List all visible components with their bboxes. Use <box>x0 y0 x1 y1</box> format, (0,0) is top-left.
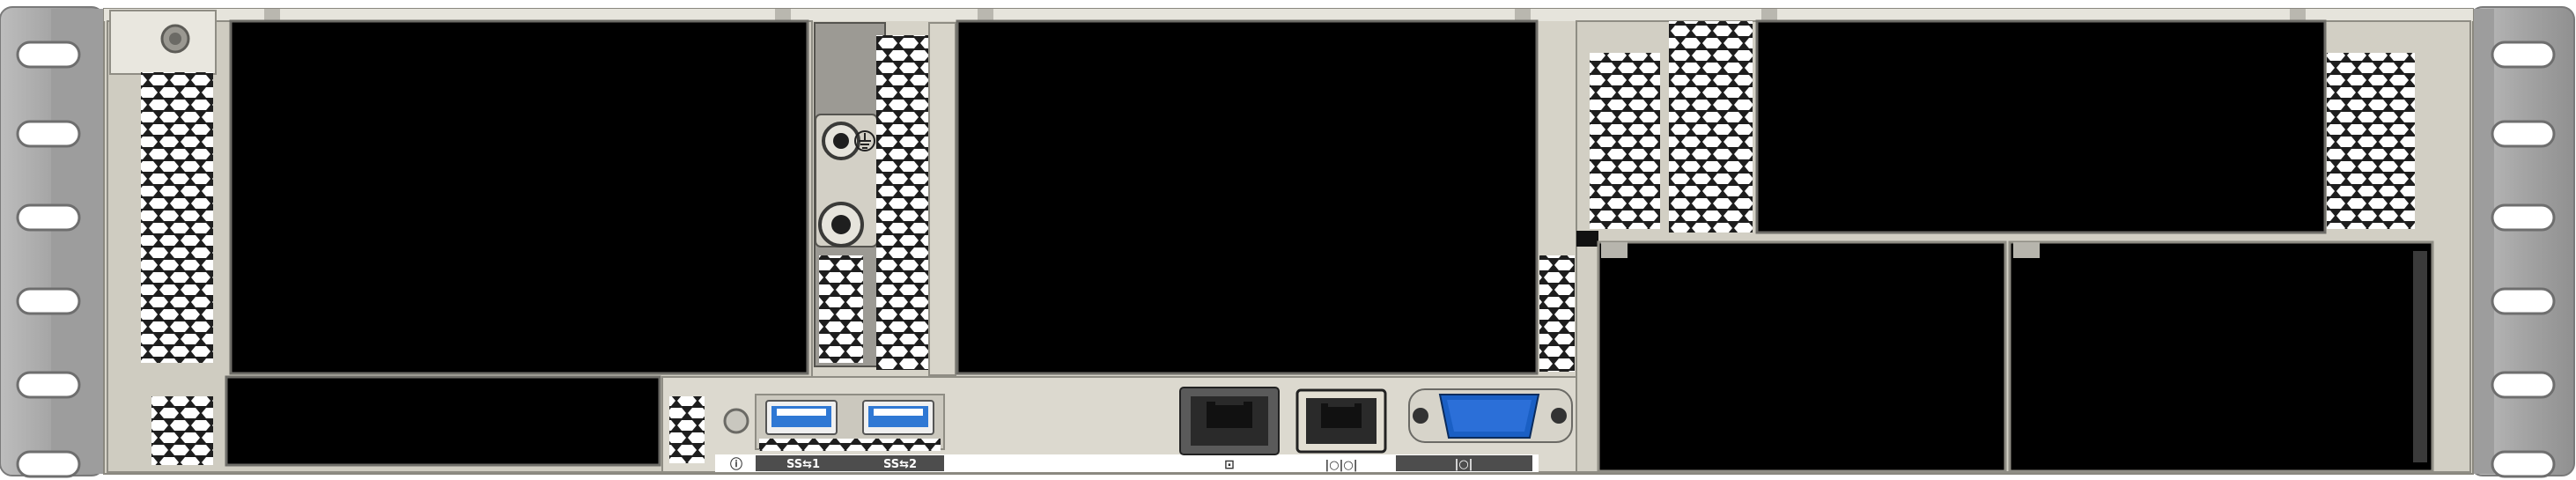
management-port-label-icon: ⊡ <box>1224 458 1235 472</box>
serial-port-label-icon: |○|○| <box>1325 459 1358 472</box>
top-rail-tab-5 <box>1761 9 1777 21</box>
server-rear-panel: SS⇆1 SS⇆2 ⓘ ⊡ |○|○| |○| <box>0 6 2575 478</box>
rack-slot-left-6 <box>16 450 81 478</box>
rack-slot-right-2 <box>2491 120 2556 148</box>
ground-stud-1-hole <box>833 133 849 149</box>
psu-bay-2 <box>2008 240 2434 473</box>
mid-divider-strip <box>1576 231 1598 247</box>
pcie-slot-4-blank <box>1755 19 2327 234</box>
psu-bay-1-tab <box>1601 242 1628 258</box>
pcie-slot-2-blank <box>225 375 661 467</box>
rack-slot-right-5 <box>2491 371 2556 399</box>
pcie-slot-1-blank <box>229 19 809 375</box>
io-left-vent <box>669 396 705 463</box>
usb-2-label: SS⇆2 <box>883 458 917 471</box>
vent-left-column <box>141 72 213 363</box>
psu-bay-2-tab <box>2013 242 2040 258</box>
top-rail-tab-6 <box>2290 9 2306 21</box>
riser-vent-tall <box>876 35 929 370</box>
usb-port-2[interactable] <box>862 400 934 435</box>
rack-slot-left-1 <box>16 41 81 69</box>
usb-port-1[interactable] <box>765 400 838 435</box>
rack-slot-left-2 <box>16 120 81 148</box>
top-rail-tab-2 <box>775 9 791 21</box>
vga-port-label-icon: |○| <box>1455 458 1473 471</box>
rack-slot-left-5 <box>16 371 81 399</box>
rack-slot-right-3 <box>2491 203 2556 232</box>
riser-vent <box>819 255 863 363</box>
uid-button[interactable] <box>723 408 749 434</box>
psu-bay-2-handle[interactable] <box>2413 251 2427 462</box>
left-rack-ear <box>0 6 106 476</box>
rack-slot-right-1 <box>2491 41 2556 69</box>
vga-port[interactable] <box>1408 388 1573 443</box>
vent-right-c <box>2327 53 2415 229</box>
vent-right-b <box>1669 21 1753 233</box>
management-port[interactable] <box>1179 387 1280 455</box>
top-rail-tab-1 <box>264 9 280 21</box>
ground-stud-2-hole <box>831 215 851 234</box>
usb-1-label: SS⇆1 <box>786 458 820 471</box>
psu-bay-1 <box>1597 240 2007 473</box>
vent-right-a <box>1590 53 1660 229</box>
top-rail-tab-3 <box>978 9 993 21</box>
rack-slot-left-4 <box>16 287 81 315</box>
uid-label-icon: ⓘ <box>730 457 742 472</box>
pcie-slot-3-blank <box>956 19 1539 375</box>
center-right-vent <box>1539 255 1575 372</box>
riser-divider <box>928 22 956 376</box>
thumbscrew-center <box>169 33 181 45</box>
vent-left-bottom <box>151 396 213 465</box>
rack-slot-right-6 <box>2491 450 2556 478</box>
top-rail <box>104 9 2473 21</box>
serial-port[interactable] <box>1295 388 1387 454</box>
usb-vent-strip <box>759 439 941 451</box>
rack-slot-right-4 <box>2491 287 2556 315</box>
top-rail-tab-4 <box>1515 9 1531 21</box>
rack-slot-left-3 <box>16 203 81 232</box>
